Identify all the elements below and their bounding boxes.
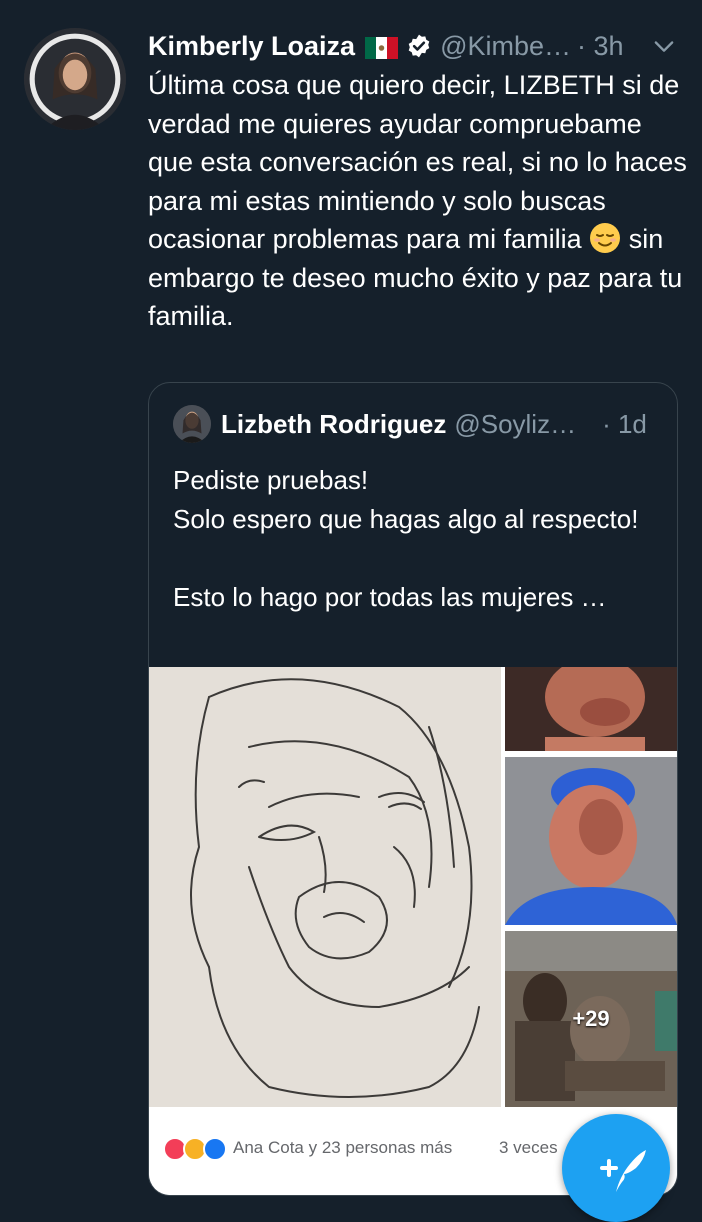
relieved-face-emoji — [589, 222, 621, 254]
media-thumbnail-2[interactable] — [505, 757, 677, 925]
more-photos-count[interactable]: +29 — [505, 931, 677, 1107]
quoted-author-handle: @Soyliz… — [454, 408, 577, 439]
quoted-tweet[interactable]: Lizbeth Rodriguez @Soyliz… · 1d Pediste … — [148, 382, 678, 1196]
reactions-text: Ana Cota y 23 personas más — [233, 1138, 453, 1157]
tweet-header: Kimberly Loaiza @Kimbe… · 3h — [148, 26, 678, 66]
author-avatar[interactable] — [24, 28, 126, 130]
quoted-tweet-header: Lizbeth Rodriguez @Soyliz… · 1d — [173, 403, 663, 445]
tweet-time[interactable]: · 3h — [577, 31, 624, 62]
media-thumbnail-3[interactable]: +29 — [505, 931, 677, 1107]
like-reaction-icon — [203, 1137, 227, 1161]
quoted-tweet-text: Pediste pruebas! Solo espero que hagas a… — [173, 465, 639, 612]
quoted-author-avatar — [173, 405, 211, 443]
reaction-icons — [163, 1137, 227, 1161]
quoted-author-name: Lizbeth Rodriguez — [221, 408, 447, 439]
tweet-text: Última cosa que quiero decir, LIZBETH si… — [148, 66, 688, 336]
media-sketch-image[interactable] — [149, 667, 501, 1107]
compose-tweet-icon — [600, 1150, 646, 1192]
shares-text: 3 veces — [499, 1138, 558, 1157]
author-name[interactable]: Kimberly Loaiza — [148, 31, 355, 62]
quoted-tweet-time: · 1d — [602, 408, 647, 439]
compose-tweet-button[interactable] — [562, 1114, 670, 1222]
media-thumbnail-1[interactable] — [505, 667, 677, 751]
chevron-down-icon[interactable] — [650, 32, 678, 60]
mexico-flag-icon — [365, 35, 399, 59]
verified-badge-icon — [406, 33, 432, 59]
author-handle[interactable]: @Kimbe… — [440, 31, 571, 62]
